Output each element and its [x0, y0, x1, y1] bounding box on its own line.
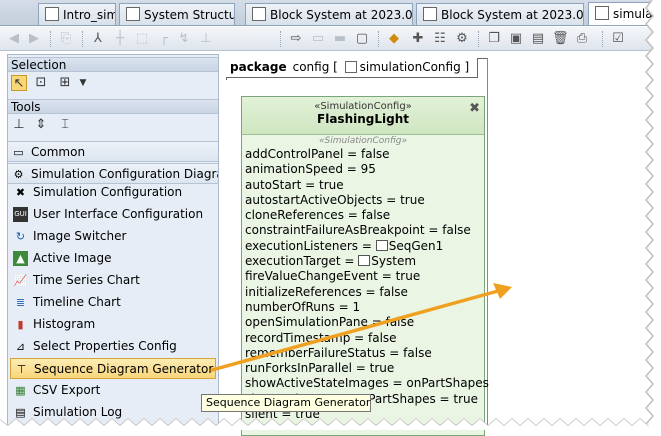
- torn-edge: [0, 0, 661, 430]
